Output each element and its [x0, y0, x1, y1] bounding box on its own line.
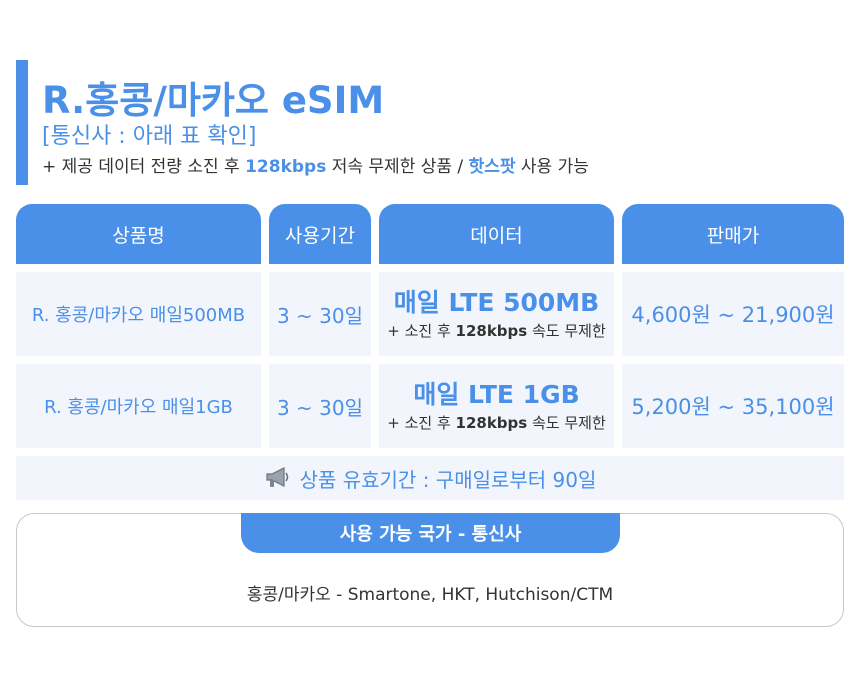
product-header: R.홍콩/마카오 eSIM [통신사 : 아래 표 확인] + 제공 데이터 전… — [16, 60, 836, 185]
row2-price: 5,200원 ~ 35,100원 — [622, 364, 844, 448]
carrier-note: [통신사 : 아래 표 확인] — [42, 124, 257, 149]
row2-product-name: R. 홍콩/마카오 매일1GB — [16, 364, 261, 448]
row2-data-sub-prefix: + 소진 후 — [387, 413, 456, 432]
validity-banner: 상품 유효기간 : 구매일로부터 90일 — [16, 456, 844, 500]
header-price: 판매가 — [622, 204, 844, 264]
row1-data-sub-suffix: 속도 무제한 — [527, 321, 606, 340]
row1-price: 4,600원 ~ 21,900원 — [622, 272, 844, 356]
product-title: R.홍콩/마카오 eSIM — [42, 79, 385, 122]
row2-data: 매일 LTE 1GB + 소진 후 128kbps 속도 무제한 — [379, 364, 614, 448]
row2-data-main: 매일 LTE 1GB — [413, 379, 580, 409]
header-period: 사용기간 — [269, 204, 371, 264]
product-description: + 제공 데이터 전량 소진 후 128kbps 저속 무제한 상품 / 핫스팟… — [42, 152, 589, 177]
row1-data-sub: + 소진 후 128kbps 속도 무제한 — [387, 320, 606, 341]
row2-data-sub: + 소진 후 128kbps 속도 무제한 — [387, 412, 606, 433]
desc-hotspot: 핫스팟 — [468, 157, 516, 177]
desc-speed: 128kbps — [245, 157, 327, 177]
row2-period: 3 ~ 30일 — [269, 364, 371, 448]
row1-product-name: R. 홍콩/마카오 매일500MB — [16, 272, 261, 356]
header-product-name: 상품명 — [16, 204, 261, 264]
row1-period: 3 ~ 30일 — [269, 272, 371, 356]
header-data: 데이터 — [379, 204, 614, 264]
country-tab-label: 사용 가능 국가 - 통신사 — [241, 513, 620, 553]
row1-data: 매일 LTE 500MB + 소진 후 128kbps 속도 무제한 — [379, 272, 614, 356]
country-carrier-list: 홍콩/마카오 - Smartone, HKT, Hutchison/CTM — [246, 585, 614, 605]
row1-data-sub-speed: 128kbps — [455, 321, 528, 340]
row2-data-sub-speed: 128kbps — [455, 413, 528, 432]
desc-prefix: + 제공 데이터 전량 소진 후 — [42, 157, 246, 177]
megaphone-icon — [264, 465, 292, 491]
row1-data-sub-prefix: + 소진 후 — [387, 321, 456, 340]
desc-suffix: 사용 가능 — [515, 157, 589, 177]
desc-middle: 저속 무제한 상품 / — [326, 157, 469, 177]
row2-data-sub-suffix: 속도 무제한 — [527, 413, 606, 432]
header-accent-bar — [16, 60, 28, 185]
validity-text: 상품 유효기간 : 구매일로부터 90일 — [299, 467, 597, 492]
row1-data-main: 매일 LTE 500MB — [393, 287, 600, 317]
